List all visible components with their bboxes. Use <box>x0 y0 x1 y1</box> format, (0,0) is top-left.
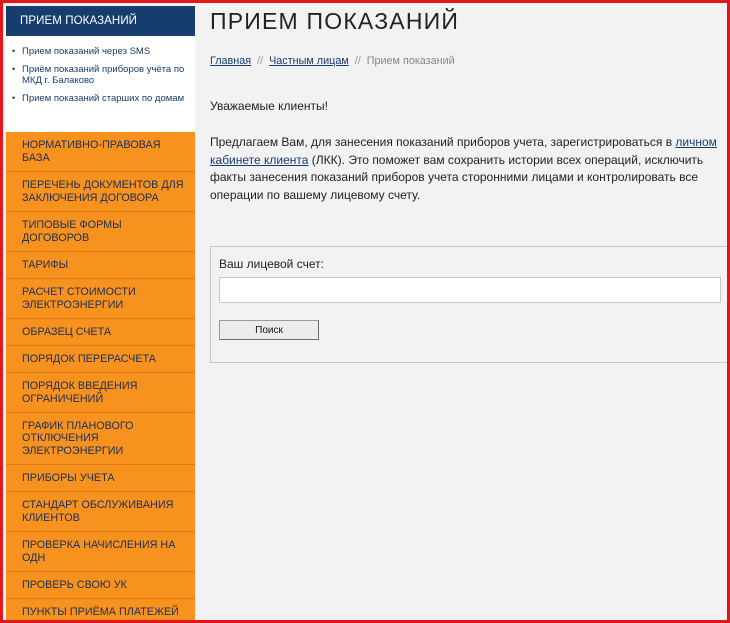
sidebar-header-label: ПРИЕМ ПОКАЗАНИЙ <box>20 15 138 27</box>
sidebar-item-label: СТАНДАРТ ОБСЛУЖИВАНИЯ КЛИЕНТОВ <box>22 499 174 524</box>
sidebar-item-label: ПОРЯДОК ВВЕДЕНИЯ ОГРАНИЧЕНИЙ <box>22 380 138 405</box>
sidebar-item-recalculation[interactable]: ПОРЯДОК ПЕРЕРАСЧЕТА <box>6 346 195 373</box>
sidebar-item-label: НОРМАТИВНО-ПРАВОВАЯ БАЗА <box>22 139 161 164</box>
bullet-icon: • <box>12 93 16 103</box>
greeting-text: Уважаемые клиенты! <box>210 99 328 113</box>
search-button[interactable]: Поиск <box>219 320 319 340</box>
page-title: ПРИЕМ ПОКАЗАНИЙ <box>210 8 460 34</box>
breadcrumb-separator: // <box>354 55 361 67</box>
sidebar-item-label: ПЕРЕЧЕНЬ ДОКУМЕНТОВ ДЛЯ ЗАКЛЮЧЕНИЯ ДОГОВ… <box>22 179 184 204</box>
breadcrumb-current: Прием показаний <box>366 55 455 67</box>
bullet-icon: • <box>12 46 16 56</box>
sidebar-item-legal-base[interactable]: НОРМАТИВНО-ПРАВОВАЯ БАЗА <box>6 132 195 172</box>
sidebar-header-readings[interactable]: ПРИЕМ ПОКАЗАНИЙ <box>6 6 195 36</box>
sidebar-item-meters[interactable]: ПРИБОРЫ УЧЕТА <box>6 465 195 492</box>
sidebar-item-contract-documents[interactable]: ПЕРЕЧЕНЬ ДОКУМЕНТОВ ДЛЯ ЗАКЛЮЧЕНИЯ ДОГОВ… <box>6 172 195 212</box>
sidebar-item-outage-schedule[interactable]: ГРАФИК ПЛАНОВОГО ОТКЛЮЧЕНИЯ ЭЛЕКТРОЭНЕРГ… <box>6 413 195 465</box>
submenu-item-house-seniors[interactable]: • Прием показаний старших по домам <box>12 93 189 104</box>
intro-text-start: Предлагаем Вам, для занесения показаний … <box>210 135 676 149</box>
sidebar-item-label: ОБРАЗЕЦ СЧЕТА <box>22 325 112 338</box>
submenu-item-sms[interactable]: • Прием показаний через SMS <box>12 46 189 57</box>
sidebar-item-label: ТАРИФЫ <box>22 258 69 271</box>
breadcrumb-home-link[interactable]: Главная <box>210 55 251 67</box>
sidebar-nav: НОРМАТИВНО-ПРАВОВАЯ БАЗА ПЕРЕЧЕНЬ ДОКУМЕ… <box>6 132 195 620</box>
sidebar-item-label: ПОРЯДОК ПЕРЕРАСЧЕТА <box>22 352 157 365</box>
sidebar-item-payment-points[interactable]: ПУНКТЫ ПРИЁМА ПЛАТЕЖЕЙ <box>6 599 195 620</box>
sidebar-item-label: ПРОВЕРЬ СВОЮ УК <box>22 578 127 591</box>
sidebar-item-odn-check[interactable]: ПРОВЕРКА НАЧИСЛЕНИЯ НА ОДН <box>6 532 195 572</box>
intro-paragraph: Предлагаем Вам, для занесения показаний … <box>210 134 722 204</box>
sidebar-item-label: ПРОВЕРКА НАЧИСЛЕНИЯ НА ОДН <box>22 539 176 564</box>
sidebar-item-contract-forms[interactable]: ТИПОВЫЕ ФОРМЫ ДОГОВОРОВ <box>6 212 195 252</box>
main-content: ПРИЕМ ПОКАЗАНИЙ Главная // Частным лицам… <box>210 6 727 620</box>
submenu-link-sms[interactable]: Прием показаний через SMS <box>22 46 150 57</box>
sidebar-item-label: ПРИБОРЫ УЧЕТА <box>22 471 115 484</box>
sidebar: ПРИЕМ ПОКАЗАНИЙ • Прием показаний через … <box>6 6 195 620</box>
sidebar-item-cost-calculation[interactable]: РАСЧЕТ СТОИМОСТИ ЭЛЕКТРОЭНЕРГИИ <box>6 279 195 319</box>
sidebar-item-restrictions[interactable]: ПОРЯДОК ВВЕДЕНИЯ ОГРАНИЧЕНИЙ <box>6 373 195 413</box>
breadcrumb: Главная // Частным лицам // Прием показа… <box>210 55 726 67</box>
breadcrumb-private-persons-link[interactable]: Частным лицам <box>269 55 349 67</box>
account-number-input[interactable] <box>219 277 721 303</box>
sidebar-item-check-uk[interactable]: ПРОВЕРЬ СВОЮ УК <box>6 572 195 599</box>
breadcrumb-separator: // <box>257 55 264 67</box>
sidebar-item-label: ПУНКТЫ ПРИЁМА ПЛАТЕЖЕЙ <box>22 605 179 618</box>
submenu-link-house-seniors[interactable]: Прием показаний старших по домам <box>22 93 184 104</box>
submenu-link-mkd-balakovo[interactable]: Приём показаний приборов учёта по МКД г.… <box>22 64 184 86</box>
submenu-item-mkd-balakovo[interactable]: • Приём показаний приборов учёта по МКД … <box>12 64 189 86</box>
page-frame: ПРИЕМ ПОКАЗАНИЙ • Прием показаний через … <box>0 0 730 623</box>
sidebar-item-service-standard[interactable]: СТАНДАРТ ОБСЛУЖИВАНИЯ КЛИЕНТОВ <box>6 492 195 532</box>
sidebar-item-label: ГРАФИК ПЛАНОВОГО ОТКЛЮЧЕНИЯ ЭЛЕКТРОЭНЕРГ… <box>22 419 134 457</box>
sidebar-item-label: РАСЧЕТ СТОИМОСТИ ЭЛЕКТРОЭНЕРГИИ <box>22 286 136 311</box>
sidebar-item-label: ТИПОВЫЕ ФОРМЫ ДОГОВОРОВ <box>22 219 122 244</box>
sidebar-item-invoice-sample[interactable]: ОБРАЗЕЦ СЧЕТА <box>6 319 195 346</box>
account-number-label: Ваш лицевой счет: <box>219 257 324 271</box>
account-search-form: Ваш лицевой счет: Поиск <box>210 246 727 363</box>
sidebar-item-tariffs[interactable]: ТАРИФЫ <box>6 252 195 279</box>
bullet-icon: • <box>12 64 16 74</box>
readings-submenu: • Прием показаний через SMS • Приём пока… <box>6 36 195 132</box>
